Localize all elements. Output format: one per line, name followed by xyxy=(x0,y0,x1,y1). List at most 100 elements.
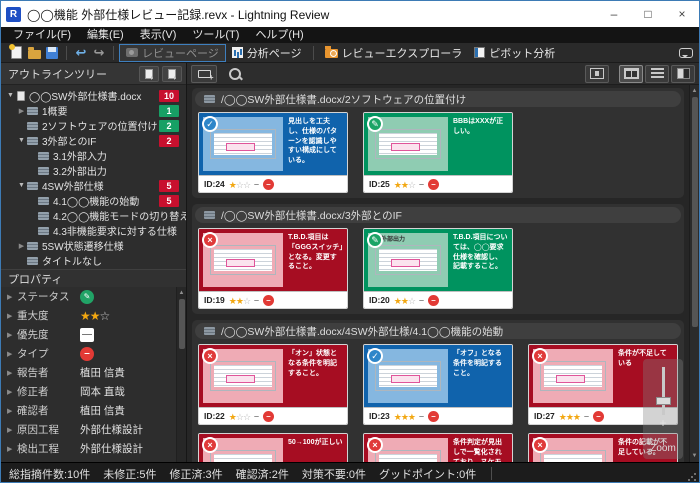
section-path: /◯◯SW外部仕様書.docx/4SW外部仕様/4.1◯◯機能の始動 xyxy=(221,324,503,339)
page-button-review-explorer[interactable]: レビューエクスプローラ xyxy=(319,44,469,62)
expander-closed-icon[interactable]: ▶ xyxy=(7,331,17,339)
expander-closed-icon[interactable]: ▶ xyxy=(7,312,17,320)
tree-item[interactable]: タイトルなし xyxy=(1,253,186,268)
open-file-button[interactable] xyxy=(25,45,43,61)
tree-item[interactable]: ▶5SW状態遷移仕様 xyxy=(1,238,186,253)
add-review-page-button[interactable] xyxy=(191,65,217,83)
new-file-button[interactable] xyxy=(7,45,25,61)
tree-item[interactable]: ▶1概要1 xyxy=(1,103,186,118)
expander-closed-icon[interactable]: ▶ xyxy=(7,388,17,396)
scroll-down-icon[interactable]: ▼ xyxy=(692,450,698,462)
undo-button[interactable]: ↩ xyxy=(72,45,90,61)
review-card[interactable]: ×T.B.D.項目は「GGGスイッチ」となる。変更すること。ID:19★★☆–– xyxy=(198,228,348,309)
menu-item-1[interactable]: 編集(E) xyxy=(79,27,132,43)
property-row[interactable]: ▶原因工程外部仕様設計 xyxy=(1,420,176,439)
expander-open-icon[interactable]: ▼ xyxy=(16,137,27,144)
expander-closed-icon[interactable]: ▶ xyxy=(7,350,17,358)
review-card[interactable]: ✎3.2 外部出力T.B.D.項目については、◯◯要求仕様を確認し、記載すること… xyxy=(363,228,513,309)
expander-closed-icon[interactable]: ▶ xyxy=(7,445,17,453)
save-button[interactable] xyxy=(43,45,61,61)
tree-item[interactable]: 4.3非機能要求に対する仕様 xyxy=(1,223,186,238)
detail-pane-toggle-button[interactable] xyxy=(671,65,695,83)
x-status-icon: × xyxy=(202,437,218,453)
resize-grip[interactable] xyxy=(687,472,697,482)
tile-view-button[interactable] xyxy=(619,65,643,83)
page-button-review-page[interactable]: レビューページ xyxy=(119,44,226,62)
scrollbar-thumb[interactable] xyxy=(179,299,185,349)
app-logo-icon: R xyxy=(6,7,21,22)
expander-open-icon[interactable]: ▼ xyxy=(5,92,16,99)
zoom-slider-track[interactable] xyxy=(662,367,665,415)
property-row[interactable]: ▶検出工程外部仕様設計 xyxy=(1,439,176,458)
tree-item[interactable]: 3.1外部入力 xyxy=(1,148,186,163)
card-comment-text: 「オフ」となる条件を明記すること。 xyxy=(448,345,512,407)
review-card[interactable]: ✎BBBはXXXが正しい。ID:25★★☆–– xyxy=(363,112,513,193)
menu-item-0[interactable]: ファイル(F) xyxy=(5,27,79,43)
property-row[interactable]: ▶タイプ– xyxy=(1,344,176,363)
tree-item[interactable]: ▼3外部とのIF2 xyxy=(1,133,186,148)
monitor-plus-icon xyxy=(198,70,211,78)
property-row[interactable]: ▶報告者植田 信貴 xyxy=(1,363,176,382)
property-label: 修正者 xyxy=(17,384,80,399)
property-row[interactable]: ▶ステータス✎ xyxy=(1,287,176,306)
expander-closed-icon[interactable]: ▶ xyxy=(16,107,27,115)
review-card[interactable]: ×「オン」状態となる条件を明記すること。ID:22★☆☆–– xyxy=(198,344,348,425)
zoom-in-icon[interactable]: + xyxy=(659,417,666,429)
property-row[interactable]: ▶修正者岡本 直哉 xyxy=(1,382,176,401)
scroll-up-icon[interactable]: ▲ xyxy=(179,287,185,299)
properties-scrollbar[interactable]: ▲ xyxy=(176,287,186,462)
minimize-button[interactable]: – xyxy=(597,1,631,27)
card-body: ✎3.2 外部出力T.B.D.項目については、◯◯要求仕様を確認し、記載すること… xyxy=(364,229,512,291)
tree-item[interactable]: ▼4SW外部仕様5 xyxy=(1,178,186,193)
review-card[interactable]: ✓見出しを工夫し、仕様のパターンを認識しやすい構成にしている。ID:24★☆☆–… xyxy=(198,112,348,193)
expander-closed-icon[interactable]: ▶ xyxy=(7,293,17,301)
property-row[interactable]: ▶優先度— xyxy=(1,325,176,344)
maximize-button[interactable]: □ xyxy=(631,1,665,27)
section-icon xyxy=(204,211,215,219)
review-card[interactable]: ×条件判定が見出しで一覧化されており、ヌケモレが発生しにくく…☆☆☆–– xyxy=(363,433,513,462)
redo-button[interactable]: ↪ xyxy=(90,45,108,61)
review-card[interactable]: ×50→100が正しい☆☆☆–– xyxy=(198,433,348,462)
menu-item-3[interactable]: ツール(T) xyxy=(184,27,247,43)
search-icon[interactable] xyxy=(227,66,243,82)
expander-closed-icon[interactable]: ▶ xyxy=(7,407,17,415)
menu-item-4[interactable]: ヘルプ(H) xyxy=(247,27,311,43)
expander-closed-icon[interactable]: ▶ xyxy=(16,242,27,250)
menu-item-2[interactable]: 表示(V) xyxy=(132,27,185,43)
comment-bubble-icon[interactable] xyxy=(679,48,693,58)
page-button-pivot-analysis[interactable]: ピボット分析 xyxy=(468,44,561,62)
scroll-up-icon[interactable]: ▲ xyxy=(692,85,698,97)
list-view-button[interactable] xyxy=(645,65,669,83)
tree-item[interactable]: 2ソフトウェアの位置付け2 xyxy=(1,118,186,133)
tree-item[interactable]: ▼◯◯SW外部仕様書.docx10 xyxy=(1,88,186,103)
redo-icon: ↪ xyxy=(94,46,105,59)
tree-item[interactable]: 3.2外部出力 xyxy=(1,163,186,178)
scrollbar-thumb[interactable] xyxy=(692,97,698,327)
expander-closed-icon[interactable]: ▶ xyxy=(7,426,17,434)
section-header[interactable]: /◯◯SW外部仕様書.docx/4SW外部仕様/4.1◯◯機能の始動 xyxy=(195,323,681,339)
document-thumbnail xyxy=(375,450,441,462)
main-scrollbar[interactable]: ▲ ▼ xyxy=(689,85,699,462)
zoom-slider-thumb[interactable] xyxy=(656,397,671,405)
collapse-all-button[interactable] xyxy=(162,66,182,82)
section-header[interactable]: /◯◯SW外部仕様書.docx/3外部とのIF xyxy=(195,207,681,223)
expand-all-button[interactable] xyxy=(139,66,159,82)
close-button[interactable]: × xyxy=(665,1,699,27)
tree-item[interactable]: 4.1◯◯機能の始動5 xyxy=(1,193,186,208)
page-button-analysis-page[interactable]: 分析ページ xyxy=(226,44,308,62)
property-row[interactable]: ▶重大度★★☆ xyxy=(1,306,176,325)
expander-closed-icon[interactable]: ▶ xyxy=(7,369,17,377)
review-card[interactable]: ✓「オフ」となる条件を明記すること。ID:23★★★–– xyxy=(363,344,513,425)
section-header[interactable]: /◯◯SW外部仕様書.docx/2ソフトウェアの位置付け xyxy=(195,91,681,107)
property-row[interactable]: ▶確認者植田 信貴 xyxy=(1,401,176,420)
fit-to-screen-button[interactable] xyxy=(585,65,609,83)
property-text-value: 植田 信貴 xyxy=(80,365,125,380)
tree-item[interactable]: 4.2◯◯機能モードの切り替え xyxy=(1,208,186,223)
property-label: ステータス xyxy=(17,289,80,304)
expander-open-icon[interactable]: ▼ xyxy=(16,182,27,189)
issue-count-badge: 10 xyxy=(159,90,179,102)
card-footer: ID:23★★★–– xyxy=(364,407,512,424)
tree-item-label: 4SW外部仕様 xyxy=(42,178,159,193)
card-body: ✎BBBはXXXが正しい。 xyxy=(364,113,512,175)
outline-tree-header: アウトラインツリー xyxy=(1,63,186,85)
